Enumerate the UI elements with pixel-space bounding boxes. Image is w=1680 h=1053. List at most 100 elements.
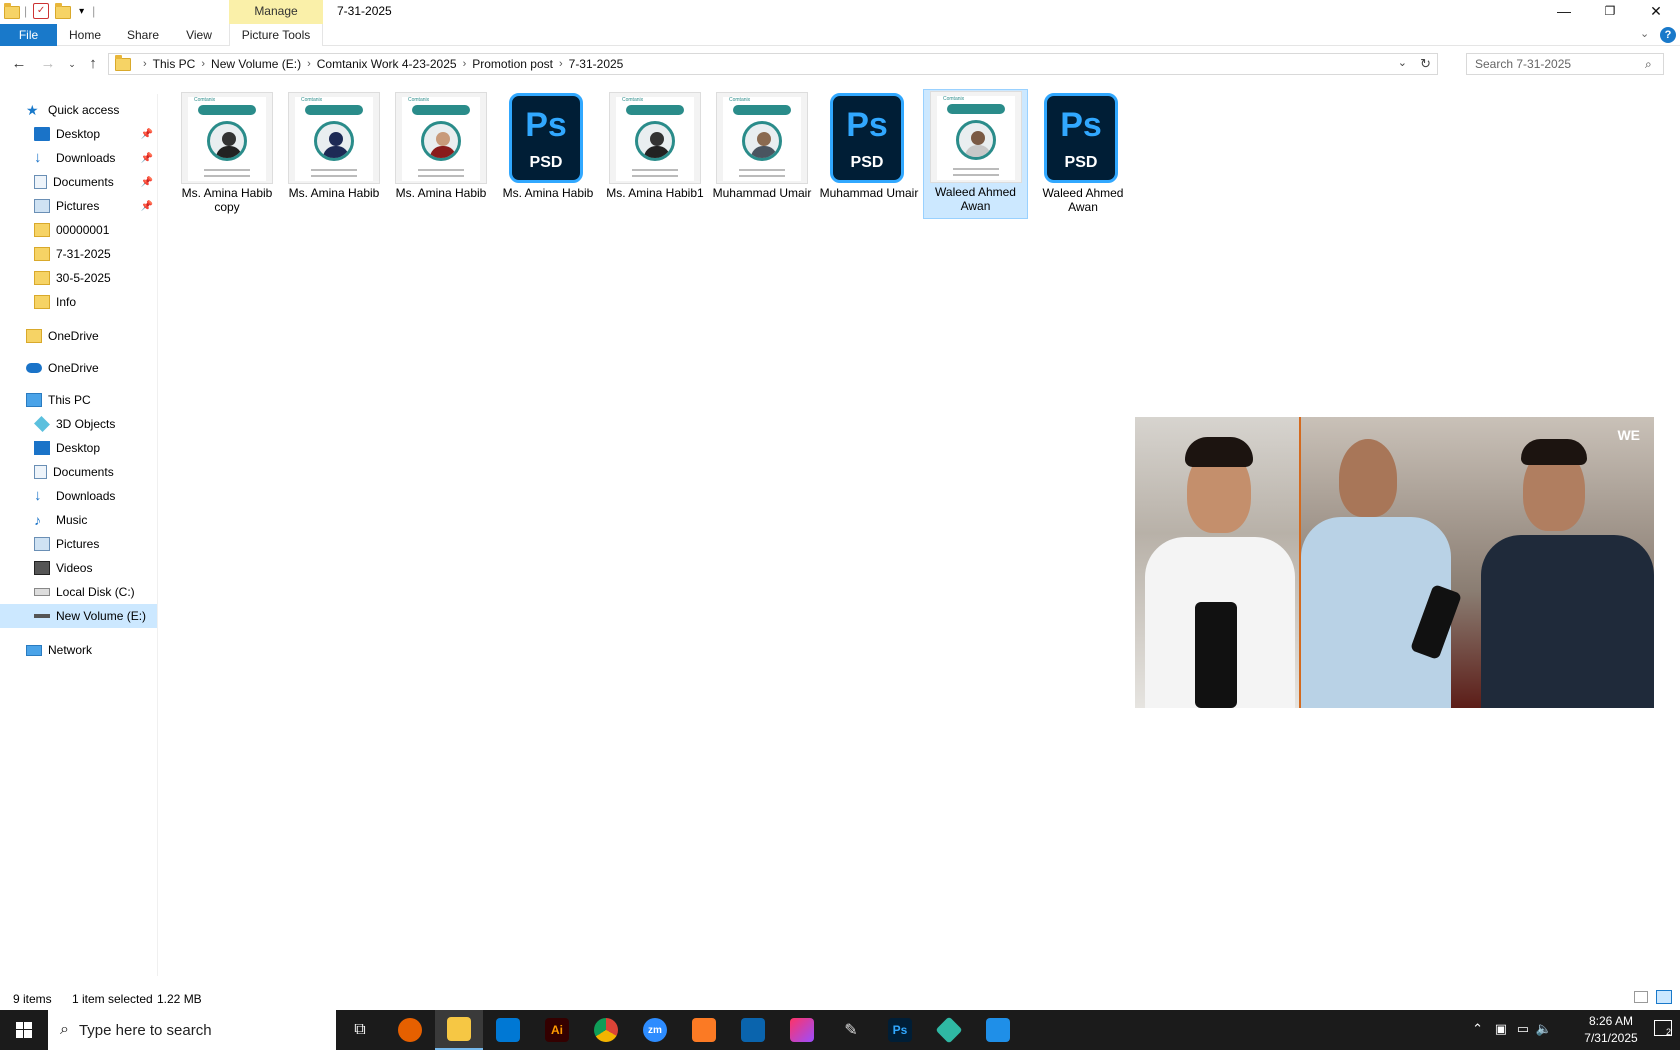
thumb-brand: Comtanix: [408, 97, 430, 103]
search-icon[interactable]: ⌕: [1645, 57, 1652, 72]
picture-in-picture-video[interactable]: WE: [1135, 417, 1654, 708]
taskbar-app-xampp[interactable]: [680, 1010, 728, 1050]
nav-downloads[interactable]: ↓ Downloads: [0, 484, 157, 508]
restore-button[interactable]: ❐: [1587, 0, 1633, 24]
file-item-selected[interactable]: Comtanix Waleed Ahmed Awan: [923, 89, 1028, 219]
file-item[interactable]: Comtanix Ms. Amina Habib copy: [175, 91, 279, 219]
nav-qa-pictures[interactable]: Pictures 📌: [0, 194, 157, 218]
tab-share[interactable]: Share: [118, 24, 168, 46]
refresh-icon[interactable]: ↻: [1420, 56, 1431, 72]
taskbar-app-file-explorer[interactable]: [435, 1010, 483, 1050]
address-bar[interactable]: › This PC › New Volume (E:) › Comtanix W…: [108, 53, 1438, 75]
taskbar-app-zoom[interactable]: zm: [631, 1010, 679, 1050]
nav-quick-access[interactable]: ★ Quick access: [0, 98, 157, 122]
file-item[interactable]: Ps PSD Muhammad Umair: [817, 91, 921, 219]
tab-picture-tools[interactable]: Picture Tools: [229, 24, 323, 46]
customize-qat-icon[interactable]: ▾: [79, 6, 84, 17]
nav-new-volume-e[interactable]: New Volume (E:): [0, 604, 157, 628]
clock-time[interactable]: 8:26 AM: [1576, 1014, 1646, 1028]
minimize-button[interactable]: —: [1541, 0, 1587, 24]
large-icons-view-icon[interactable]: [1656, 990, 1672, 1004]
breadcrumb-this-pc[interactable]: This PC: [153, 57, 196, 71]
qat-divider: |: [24, 4, 28, 18]
network-tray-icon[interactable]: ▭: [1517, 1021, 1529, 1037]
task-view-button[interactable]: ⧉: [336, 1010, 384, 1050]
taskbar-app-teal[interactable]: [925, 1010, 973, 1050]
file-item[interactable]: Comtanix Ms. Amina Habib1: [603, 91, 707, 219]
up-arrow-icon[interactable]: ↑: [82, 53, 104, 75]
manage-context-tab[interactable]: Manage: [229, 0, 323, 24]
nav-onedrive-personal[interactable]: OneDrive: [0, 324, 157, 348]
nav-pictures[interactable]: Pictures: [0, 532, 157, 556]
file-item[interactable]: Comtanix Ms. Amina Habib: [282, 91, 386, 219]
nav-3d-objects[interactable]: 3D Objects: [0, 412, 157, 436]
breadcrumb-separator: ›: [462, 58, 467, 70]
tab-view[interactable]: View: [176, 24, 222, 46]
pin-icon[interactable]: 📌: [141, 177, 153, 188]
notifications-icon[interactable]: 2: [1654, 1020, 1672, 1037]
nav-desktop[interactable]: Desktop: [0, 436, 157, 460]
search-input[interactable]: Search 7-31-2025: [1466, 53, 1664, 75]
properties-icon[interactable]: ✓: [33, 3, 50, 19]
volume-icon[interactable]: 🔈: [1536, 1021, 1552, 1037]
taskbar-app-chrome[interactable]: [582, 1010, 630, 1050]
clock-date[interactable]: 7/31/2025: [1576, 1031, 1646, 1045]
back-arrow-icon[interactable]: ←: [8, 53, 30, 75]
details-view-icon[interactable]: [1634, 991, 1648, 1003]
taskbar-app-pen-tool[interactable]: ✎: [827, 1010, 875, 1050]
file-item[interactable]: Comtanix Muhammad Umair: [710, 91, 814, 219]
breadcrumb-promotion-post[interactable]: Promotion post: [472, 57, 553, 71]
expand-ribbon-icon[interactable]: ⌄: [1640, 27, 1649, 40]
pin-icon[interactable]: 📌: [141, 153, 153, 164]
taskbar-app-photoshop[interactable]: Ps: [876, 1010, 924, 1050]
forward-arrow-icon[interactable]: →: [37, 53, 59, 75]
pin-icon[interactable]: 📌: [141, 129, 153, 140]
nav-videos[interactable]: Videos: [0, 556, 157, 580]
nav-local-disk-c[interactable]: Local Disk (C:): [0, 580, 157, 604]
file-name: Waleed Ahmed Awan: [935, 185, 1016, 213]
photoshop-file-icon: Ps PSD: [509, 93, 583, 183]
breadcrumb-comtanix-work[interactable]: Comtanix Work 4-23-2025: [317, 57, 457, 71]
tab-file[interactable]: File: [0, 24, 57, 46]
breadcrumb-new-volume[interactable]: New Volume (E:): [211, 57, 301, 71]
pin-icon[interactable]: 📌: [141, 201, 153, 212]
nav-documents[interactable]: Documents: [0, 460, 157, 484]
recent-locations-chevron-icon[interactable]: ⌄: [61, 53, 83, 75]
file-item[interactable]: Comtanix Ms. Amina Habib: [389, 91, 493, 219]
taskbar-app-outlook[interactable]: [729, 1010, 777, 1050]
nav-this-pc[interactable]: This PC: [0, 388, 157, 412]
new-folder-icon[interactable]: [55, 3, 72, 19]
help-icon[interactable]: ?: [1660, 27, 1676, 43]
folder-icon[interactable]: [4, 3, 20, 19]
nav-onedrive[interactable]: OneDrive: [0, 356, 157, 380]
nav-qa-folder-7-31-2025[interactable]: 7-31-2025: [0, 242, 157, 266]
address-dropdown-chevron-icon[interactable]: ⌄: [1398, 56, 1407, 69]
breadcrumb-separator: ›: [201, 58, 206, 70]
nav-qa-desktop[interactable]: Desktop 📌: [0, 122, 157, 146]
nav-qa-folder-30-5-2025[interactable]: 30-5-2025: [0, 266, 157, 290]
taskbar-app-photos[interactable]: [974, 1010, 1022, 1050]
taskbar-search-box[interactable]: ⌕ Type here to search: [48, 1010, 336, 1050]
start-button[interactable]: [0, 1010, 48, 1050]
breadcrumb-current-folder[interactable]: 7-31-2025: [569, 57, 624, 71]
nav-network[interactable]: Network: [0, 638, 157, 662]
show-hidden-icons-chevron-icon[interactable]: ⌃: [1472, 1021, 1483, 1037]
tab-home[interactable]: Home: [62, 24, 108, 46]
file-item[interactable]: Ps PSD Ms. Amina Habib: [496, 91, 600, 219]
taskbar-app-creative-cloud[interactable]: [778, 1010, 826, 1050]
close-button[interactable]: ✕: [1633, 0, 1679, 24]
nav-qa-documents[interactable]: Documents 📌: [0, 170, 157, 194]
desktop-icon: [34, 127, 50, 141]
taskbar-app-firefox[interactable]: [386, 1010, 434, 1050]
taskbar-app-vscode[interactable]: [484, 1010, 532, 1050]
title-bar: | ✓ ▾ | Manage 7-31-2025 — ❐ ✕: [0, 0, 1680, 24]
nav-music[interactable]: ♪ Music: [0, 508, 157, 532]
nav-qa-downloads[interactable]: ↓ Downloads 📌: [0, 146, 157, 170]
file-item[interactable]: Ps PSD Waleed Ahmed Awan: [1031, 91, 1135, 219]
taskbar-app-illustrator[interactable]: Ai: [533, 1010, 581, 1050]
nav-qa-folder-00000001[interactable]: 00000001: [0, 218, 157, 242]
nav-qa-folder-info[interactable]: Info: [0, 290, 157, 314]
window-title: 7-31-2025: [337, 4, 392, 18]
monitor-icon[interactable]: ▣: [1495, 1021, 1507, 1037]
breadcrumb-separator: ›: [307, 58, 311, 70]
